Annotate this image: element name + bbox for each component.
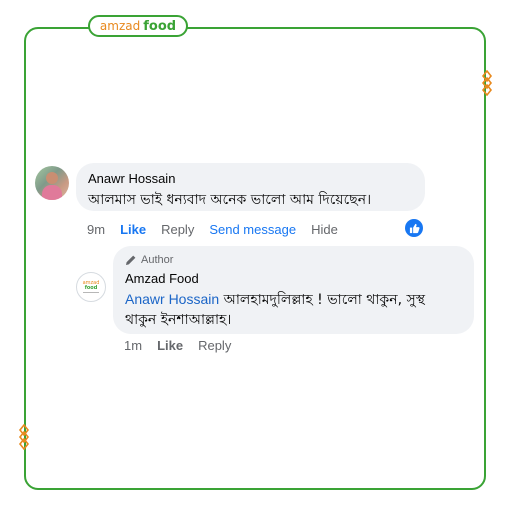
pencil-icon <box>126 255 136 265</box>
reply-text-line2: থাকুন ইনশাআল্লাহ। <box>125 312 232 328</box>
brand-logo-part2: food <box>143 18 177 34</box>
avatar-body <box>42 185 62 200</box>
author-badge: Author <box>125 254 462 266</box>
reply-text-line1: আলহামদুলিল্লাহ ! ভালো থাকুন, সুস্থ <box>219 292 425 308</box>
avatar-head <box>46 172 58 184</box>
like-reaction-badge[interactable] <box>405 219 423 237</box>
reply-reply-button[interactable]: Reply <box>198 338 231 353</box>
comment-actions: 9m Like Reply Send message Hide <box>87 222 353 237</box>
reply-button[interactable]: Reply <box>161 222 194 237</box>
comment-bubble: Anawr Hossain আলমাস ভাই ধন্যবাদ অনেক ভাল… <box>76 163 425 211</box>
chain-decoration-icon <box>18 424 30 450</box>
author-badge-label: Author <box>141 254 174 266</box>
reply-like-button[interactable]: Like <box>157 338 183 353</box>
logo-small-part2: food <box>84 285 98 291</box>
avatar[interactable] <box>35 166 69 200</box>
reply-text: Anawr Hossain আলহামদুলিল্লাহ ! ভালো থাকু… <box>125 289 462 330</box>
page-avatar-logo[interactable]: amzad food <box>76 272 106 302</box>
mention-link[interactable]: Anawr Hossain <box>125 291 219 307</box>
brand-logo: amzad food <box>88 15 188 37</box>
brand-logo-part1: amzad <box>99 19 141 33</box>
reply-author[interactable]: Amzad Food <box>125 271 462 286</box>
comment-text: আলমাস ভাই ধন্যবাদ অনেক ভালো আম দিয়েছেন। <box>88 192 372 208</box>
send-message-button[interactable]: Send message <box>209 222 296 237</box>
hide-button[interactable]: Hide <box>311 222 338 237</box>
comment-author[interactable]: Anawr Hossain <box>88 171 413 186</box>
reply-time[interactable]: 1m <box>124 338 142 353</box>
reply-bubble: Author Amzad Food Anawr Hossain আলহামদুল… <box>113 246 474 334</box>
logo-small-line <box>83 292 99 293</box>
comment-time[interactable]: 9m <box>87 222 105 237</box>
like-button[interactable]: Like <box>120 222 146 237</box>
thumbs-up-icon <box>409 223 420 233</box>
chain-decoration-icon <box>481 70 493 96</box>
reply-actions: 1m Like Reply <box>124 338 246 353</box>
